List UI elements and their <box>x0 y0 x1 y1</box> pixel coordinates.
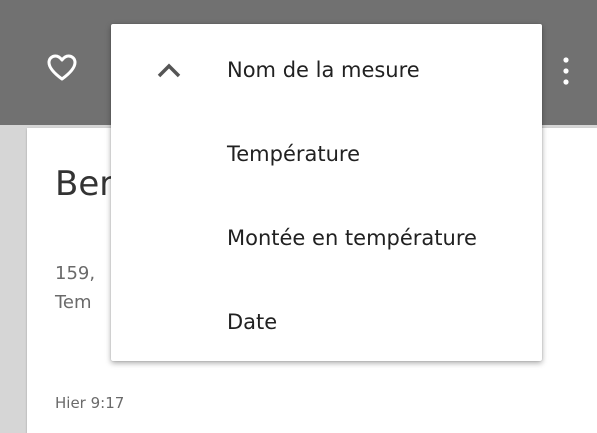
heart-outline-icon <box>47 54 77 81</box>
more-vertical-icon[interactable] <box>560 56 572 86</box>
menu-item-montee-en-temperature[interactable]: Montée en température <box>111 196 542 280</box>
menu-item-nom-de-la-mesure[interactable]: Nom de la mesure <box>111 28 542 112</box>
menu-item-label: Montée en température <box>227 226 477 250</box>
menu-item-label: Date <box>227 310 278 334</box>
menu-item-label: Température <box>227 142 361 166</box>
card-date: Hier 9:17 <box>55 394 125 412</box>
menu-item-date[interactable]: Date <box>111 280 542 364</box>
menu-item-label: Nom de la mesure <box>227 58 420 82</box>
chevron-up-icon <box>157 63 181 78</box>
favorite-button[interactable] <box>44 50 80 86</box>
card-value: 159, <box>55 263 96 284</box>
card-type: Tem <box>55 292 92 313</box>
card-title: Ber <box>55 164 114 204</box>
sort-menu: Nom de la mesure Température Montée en t… <box>111 24 542 361</box>
menu-item-temperature[interactable]: Température <box>111 112 542 196</box>
